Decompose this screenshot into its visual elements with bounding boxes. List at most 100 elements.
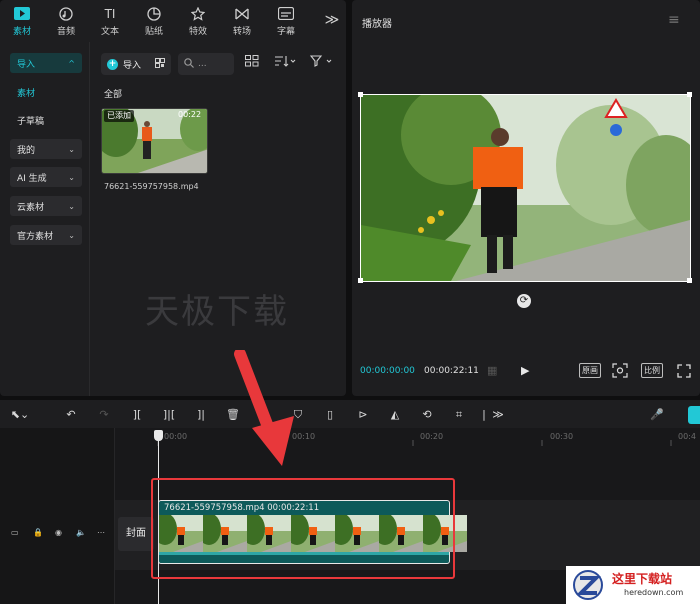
sidebar-item-cloud[interactable]: 云素材 ⌄ <box>10 196 82 216</box>
sidebar-item-draft[interactable]: 子草稿 <box>10 110 82 130</box>
tab-media-label: 素材 <box>12 26 31 37</box>
tab-text-label: 文本 <box>100 26 119 37</box>
watermark-text: 天极下载 <box>145 292 289 332</box>
lock-icon[interactable]: 🔒 <box>33 528 43 537</box>
redo-icon[interactable]: ↷ <box>97 407 111 423</box>
text-icon: TI <box>104 6 116 21</box>
rotate-icon[interactable]: ⟳ <box>517 294 531 308</box>
grid-view-icon[interactable] <box>242 55 262 73</box>
more-tools-icon[interactable]: ≫ <box>490 407 506 423</box>
resize-handle[interactable] <box>687 278 692 283</box>
sidebar-item-official[interactable]: 官方素材 ⌄ <box>10 225 82 245</box>
search-input[interactable]: ... <box>178 53 234 75</box>
tab-subtitle[interactable]: 字幕 <box>264 0 308 42</box>
player-title: 播放器 <box>362 19 392 30</box>
sidebar-item-label: 官方素材 <box>17 231 54 242</box>
tab-effects-label: 特效 <box>188 26 207 37</box>
logo-mark <box>573 570 603 600</box>
sidebar-item-mine[interactable]: 我的 ⌄ <box>10 139 82 159</box>
resize-handle[interactable] <box>687 92 692 97</box>
grid-icon[interactable]: ▦ <box>487 364 497 377</box>
resize-handle[interactable] <box>358 278 363 283</box>
sidebar-item-label: 子草稿 <box>17 116 45 127</box>
more-icon[interactable]: ⋯ <box>97 528 105 537</box>
cover-button[interactable]: 封面 <box>118 517 154 551</box>
media-sidebar: 导入 ^ 素材 子草稿 我的 ⌄ AI 生成 ⌄ 云素材 ⌄ 官方素材 ⌄ <box>0 42 90 396</box>
tab-subtitle-label: 字幕 <box>276 26 295 37</box>
sidebar-item-label: 云素材 <box>17 202 45 213</box>
more-tabs-icon[interactable]: ≫ <box>322 12 342 30</box>
search-icon <box>184 57 194 71</box>
play-button[interactable]: ▶ <box>521 364 529 377</box>
tab-sticker-label: 贴纸 <box>144 26 163 37</box>
qr-icon <box>155 57 165 71</box>
sticker-icon <box>145 6 163 22</box>
highlight-box <box>151 478 455 579</box>
total-time: 00:00:22:11 <box>424 366 479 376</box>
chevron-down-icon: ⌄ <box>68 201 75 211</box>
chevron-down-icon: ⌄ <box>68 144 75 154</box>
tab-text[interactable]: TI 文本 <box>88 0 132 42</box>
filter-icon[interactable] <box>308 55 336 73</box>
annotation-arrow <box>234 350 294 466</box>
all-media-label: 全部 <box>104 90 123 100</box>
sort-icon[interactable] <box>272 55 298 73</box>
eye-icon[interactable]: ◉ <box>55 528 62 537</box>
tab-media[interactable]: 素材 <box>0 0 44 42</box>
sidebar-item-import[interactable]: 导入 ^ <box>10 53 82 73</box>
freeze-icon[interactable]: ▯ <box>322 407 338 423</box>
divider-icon: | <box>482 408 486 421</box>
menu-icon[interactable]: ≡ <box>668 12 680 28</box>
resize-handle[interactable] <box>358 92 363 97</box>
tab-audio-label: 音频 <box>56 26 75 37</box>
import-button[interactable]: + 导入 <box>101 53 171 75</box>
tab-transition[interactable]: 转场 <box>220 0 264 42</box>
media-file-name: 76621-559757958.mp4 <box>104 182 199 191</box>
top-tab-bar: 素材 音频 TI 文本 贴纸 特效 转场 字幕 <box>0 0 346 42</box>
rotate-clip-icon[interactable]: ⟲ <box>419 407 435 423</box>
chevron-down-icon: ⌄ <box>68 230 75 240</box>
media-icon <box>13 6 31 22</box>
original-button[interactable]: 原画 <box>579 363 601 378</box>
screenshot-icon[interactable] <box>612 363 628 378</box>
video-frame-image <box>361 95 690 281</box>
split-left-icon[interactable]: ]|[ <box>162 407 176 423</box>
microphone-icon[interactable]: 🎤 <box>650 407 664 423</box>
audio-icon <box>57 6 75 22</box>
effects-icon <box>189 6 207 22</box>
chevron-down-icon: ⌄ <box>68 172 75 182</box>
undo-icon[interactable]: ↶ <box>64 407 78 423</box>
track-type-icon: ▭ <box>11 528 19 537</box>
main-track-toggle[interactable] <box>688 406 700 424</box>
sidebar-item-label: AI 生成 <box>17 173 47 184</box>
thumbnail-duration: 00:22 <box>178 110 202 119</box>
plus-icon: + <box>107 58 118 70</box>
added-badge: 已添加 <box>104 110 134 122</box>
ratio-button[interactable]: 比例 <box>641 363 663 378</box>
split-right-icon[interactable]: ]| <box>194 407 208 423</box>
player-preview[interactable] <box>360 94 691 282</box>
track-header-column <box>0 428 115 604</box>
fullscreen-icon[interactable] <box>677 363 691 378</box>
sidebar-item-ai[interactable]: AI 生成 ⌄ <box>10 167 82 187</box>
import-button-label: 导入 <box>123 60 142 71</box>
tab-audio[interactable]: 音频 <box>44 0 88 42</box>
tab-effects[interactable]: 特效 <box>176 0 220 42</box>
sidebar-item-label: 导入 <box>17 59 36 70</box>
current-time: 00:00:00:00 <box>360 366 415 376</box>
crop-icon[interactable]: ⌗ <box>451 407 467 423</box>
select-cursor-icon[interactable]: ⬉⌄ <box>10 407 30 423</box>
subtitle-icon <box>277 6 295 22</box>
tab-transition-label: 转场 <box>232 26 251 37</box>
split-icon[interactable]: ][ <box>130 407 144 423</box>
sidebar-item-material[interactable]: 素材 <box>10 82 82 102</box>
transition-icon <box>233 6 251 22</box>
chevron-up-icon: ^ <box>68 58 75 68</box>
mirror-icon[interactable]: ◭ <box>387 407 403 423</box>
sidebar-item-label: 我的 <box>17 145 36 156</box>
tab-sticker[interactable]: 贴纸 <box>132 0 176 42</box>
volume-icon[interactable]: 🔈 <box>76 528 86 537</box>
search-placeholder: ... <box>198 59 207 69</box>
sidebar-item-label: 素材 <box>17 88 36 99</box>
reverse-play-icon[interactable]: ⊳ <box>355 407 371 423</box>
